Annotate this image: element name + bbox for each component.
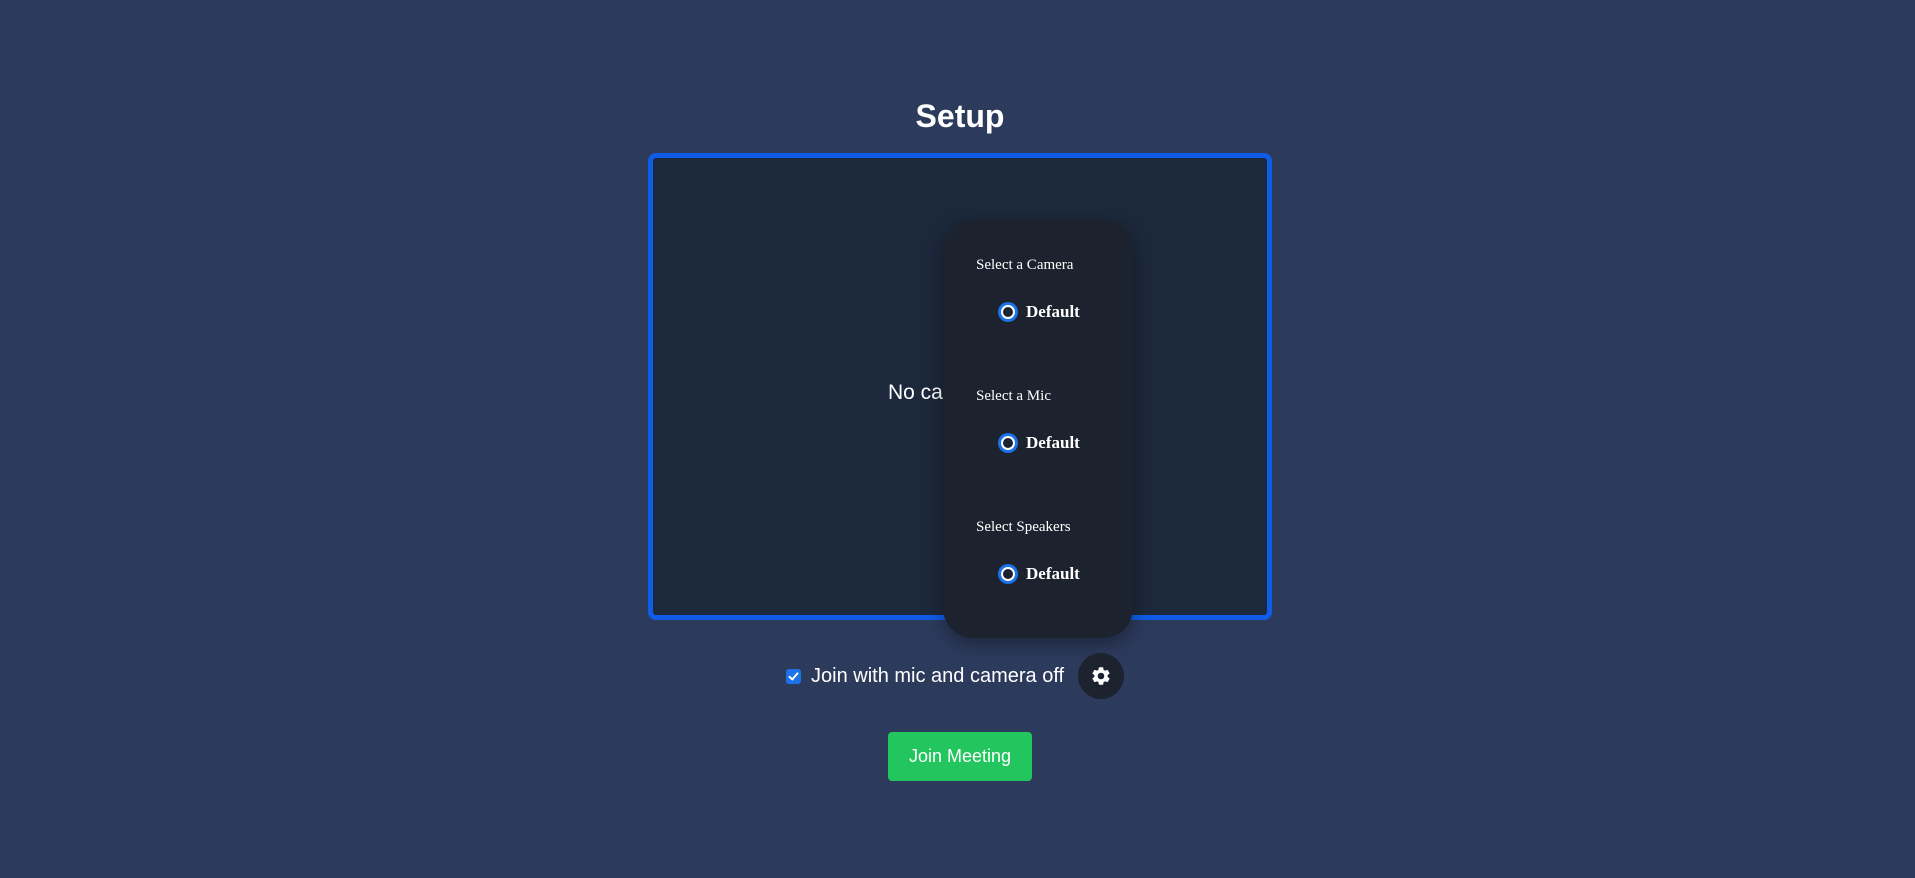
join-meeting-button[interactable]: Join Meeting [888, 732, 1032, 781]
device-select-menu: Select a Camera Default Select a Mic Def… [943, 220, 1133, 638]
mic-radio[interactable] [998, 433, 1018, 453]
check-icon [788, 671, 799, 680]
mic-section: Select a Mic Default [976, 387, 1126, 453]
page-title: Setup [915, 98, 1005, 134]
speakers-section: Select Speakers Default [976, 518, 1126, 584]
join-off-label[interactable]: Join with mic and camera off [811, 664, 1064, 688]
join-off-checkbox[interactable] [786, 668, 801, 684]
mic-heading: Select a Mic [976, 388, 1051, 404]
setup-page: Setup No camera Select a Camera Default … [0, 0, 1915, 878]
camera-section: Select a Camera Default [976, 256, 1126, 322]
camera-option-default[interactable]: Default [998, 302, 1080, 322]
gear-icon [1092, 667, 1110, 685]
mic-option-default[interactable]: Default [998, 433, 1080, 453]
camera-heading: Select a Camera [976, 257, 1074, 273]
settings-button[interactable] [1078, 653, 1125, 699]
camera-option-label: Default [1026, 302, 1080, 321]
speakers-heading: Select Speakers [976, 519, 1071, 535]
camera-radio[interactable] [998, 302, 1018, 322]
speakers-option-default[interactable]: Default [998, 564, 1080, 584]
join-controls: Join with mic and camera off [786, 652, 1125, 700]
speakers-radio[interactable] [998, 564, 1018, 584]
speakers-option-label: Default [1026, 564, 1080, 583]
mic-option-label: Default [1026, 433, 1080, 452]
